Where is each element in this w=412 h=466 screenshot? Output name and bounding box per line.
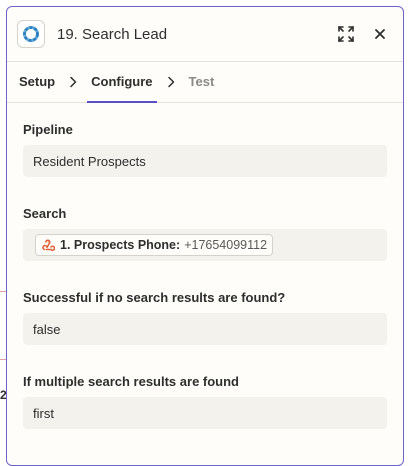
multiple-results-label: If multiple search results are found: [23, 374, 239, 389]
search-field-group: Search 1. Prospects Phone: +17654099112: [23, 206, 387, 261]
webhook-icon: [42, 239, 55, 251]
chevron-right-icon: [69, 76, 77, 88]
pipeline-label: Pipeline: [23, 122, 73, 137]
panel-title: 19. Search Lead: [57, 25, 168, 43]
no-results-label: Successful if no search results are foun…: [23, 290, 286, 305]
token-field-name: 1. Prospects Phone:: [60, 238, 181, 252]
no-results-field-group: Successful if no search results are foun…: [23, 290, 387, 345]
search-input[interactable]: 1. Prospects Phone: +17654099112: [23, 229, 387, 261]
step-editor-panel: 19. Search Lead Setup Configure Test Pip…: [6, 6, 404, 466]
step-tabs: Setup Configure Test: [7, 62, 403, 103]
pipeline-select[interactable]: Resident Prospects: [23, 145, 387, 177]
close-button[interactable]: [369, 23, 391, 45]
multiple-results-value: first: [33, 405, 54, 421]
multiple-results-select[interactable]: first: [23, 397, 387, 429]
mapped-field-token[interactable]: 1. Prospects Phone: +17654099112: [35, 234, 274, 256]
no-results-select[interactable]: false: [23, 313, 387, 345]
tab-setup[interactable]: Setup: [19, 62, 55, 102]
no-results-value: false: [33, 321, 61, 337]
expand-button[interactable]: [335, 23, 357, 45]
chevron-right-icon: [167, 76, 175, 88]
pipeline-value: Resident Prospects: [33, 153, 146, 169]
configure-form: Pipeline Resident Prospects Search 1. Pr…: [7, 122, 403, 429]
panel-header: 19. Search Lead: [7, 7, 403, 62]
tab-test[interactable]: Test: [189, 62, 215, 102]
ring-logo-icon: [17, 20, 45, 48]
multiple-results-field-group: If multiple search results are found fir…: [23, 374, 387, 429]
search-label: Search: [23, 206, 67, 221]
close-icon: [375, 29, 385, 39]
tab-configure[interactable]: Configure: [87, 62, 157, 103]
token-field-value: +17654099112: [184, 238, 268, 252]
expand-icon: [338, 26, 354, 42]
pipeline-field-group: Pipeline Resident Prospects: [23, 122, 387, 177]
